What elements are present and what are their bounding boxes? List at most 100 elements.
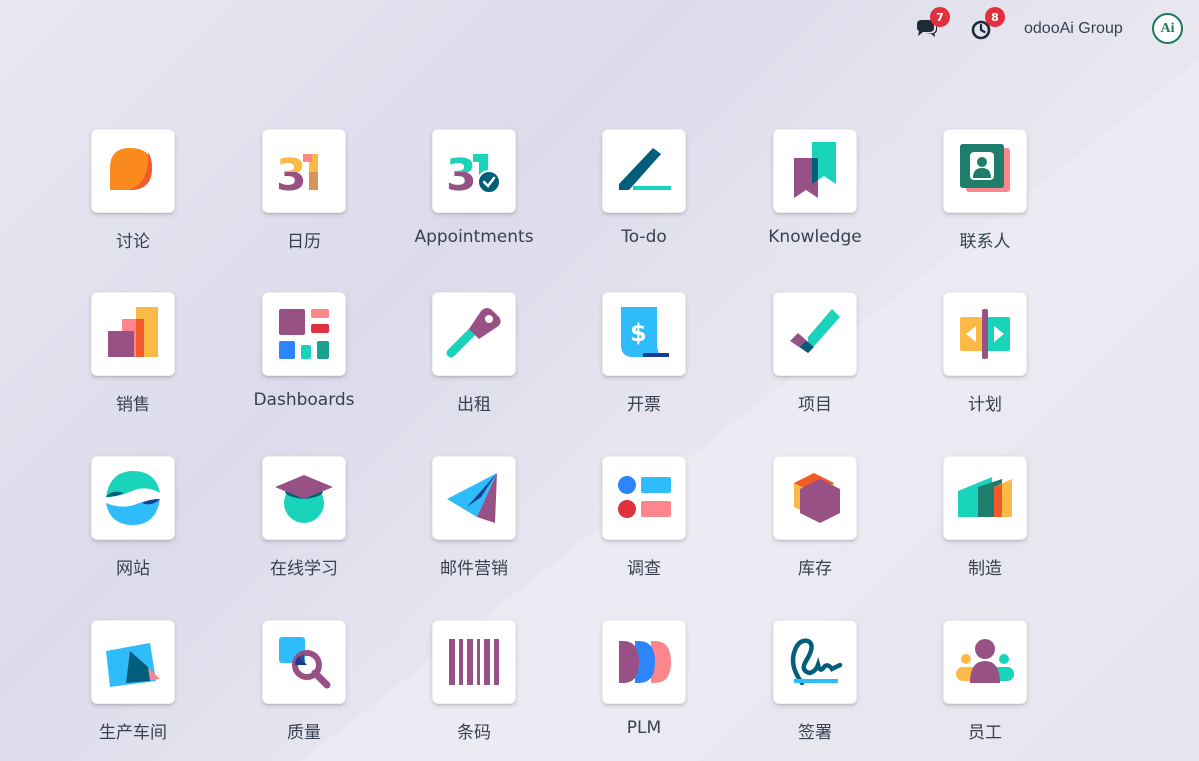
app-tile [432,456,516,540]
app-surveys[interactable]: 调查 [577,456,707,596]
sign-icon [790,638,843,686]
app-elearning[interactable]: 在线学习 [237,456,367,596]
project-icon [790,309,840,353]
website-icon [106,471,160,525]
user-avatar[interactable]: Ai [1152,13,1183,44]
app-todo[interactable]: To-do [577,129,707,269]
app-tile [943,456,1027,540]
app-tile [91,620,175,704]
rental-icon [446,308,501,358]
app-label: 在线学习 [270,559,338,579]
app-tile [602,129,686,213]
app-tile: 3 3 [432,129,516,213]
app-knowledge[interactable]: Knowledge [748,129,878,269]
appointments-icon: 3 3 [446,150,501,201]
app-tile [773,620,857,704]
app-tile [602,620,686,704]
todo-icon [619,148,671,190]
app-label: 项目 [798,395,832,415]
company-switcher[interactable]: odooAi Group [1024,0,1123,58]
messages-badge: 7 [930,7,950,27]
knowledge-icon [794,142,836,198]
plm-icon [619,641,671,683]
app-sign[interactable]: 签署 [748,620,878,760]
app-tile [91,292,175,376]
app-label: 联系人 [959,232,1011,252]
app-tile [602,456,686,540]
app-tile [91,129,175,213]
app-tile [773,456,857,540]
app-tile [943,620,1027,704]
app-rental[interactable]: 出租 [407,292,537,432]
app-label: 邮件营销 [440,559,508,579]
app-label: 员工 [968,723,1002,743]
app-dashboards[interactable]: Dashboards [237,292,367,432]
app-label: 条码 [457,723,491,743]
app-tile [262,620,346,704]
app-tile [262,456,346,540]
app-label: 开票 [627,395,661,415]
app-label: 制造 [968,559,1002,579]
dashboards-icon [279,309,329,359]
app-label: 质量 [287,723,321,743]
app-label: 讨论 [116,232,150,252]
app-label: 签署 [798,723,832,743]
app-discuss[interactable]: 讨论 [66,129,196,269]
app-label: 出租 [457,395,491,415]
app-inventory[interactable]: 库存 [748,456,878,596]
employees-icon [956,639,1014,683]
app-shop-floor[interactable]: 生产车间 [66,620,196,760]
inventory-icon [794,473,840,523]
elearning-icon [275,475,333,523]
app-planning[interactable]: 计划 [918,292,1048,432]
app-tile [773,129,857,213]
app-sales[interactable]: 销售 [66,292,196,432]
email-marketing-icon [447,473,497,523]
app-label: 调查 [627,559,661,579]
app-project[interactable]: 项目 [748,292,878,432]
app-tile [943,292,1027,376]
app-label: 销售 [116,395,150,415]
sales-icon [108,307,158,357]
chat-icon[interactable]: 7 [914,7,950,42]
app-quality[interactable]: 质量 [237,620,367,760]
app-label: 网站 [116,559,150,579]
app-barcode[interactable]: 条码 [407,620,537,760]
activity-menu[interactable]: 8 [969,0,1005,58]
app-email-marketing[interactable]: 邮件营销 [407,456,537,596]
surveys-icon [618,476,671,518]
app-label: Knowledge [768,227,862,247]
app-contacts[interactable]: 联系人 [918,129,1048,269]
barcode-icon [449,639,499,685]
app-tile [773,292,857,376]
app-calendar[interactable]: 3 3 日历 [237,129,367,269]
app-label: 计划 [968,395,1002,415]
messages-menu[interactable]: 7 [914,0,950,58]
app-employees[interactable]: 员工 [918,620,1048,760]
app-label: Dashboards [253,390,355,410]
app-label: Appointments [414,227,534,247]
app-tile [432,620,516,704]
app-invoicing[interactable]: $ 开票 [577,292,707,432]
clock-icon[interactable]: 8 [969,7,1005,42]
manufacturing-icon [958,477,1012,517]
app-label: 生产车间 [99,723,167,743]
app-label: PLM [626,718,662,738]
app-label: To-do [621,227,667,247]
shop-floor-icon [106,643,160,687]
app-appointments[interactable]: 3 3 Appointments [407,129,537,269]
top-navbar: 7 8 odooAi Group Ai [0,0,1199,58]
app-plm[interactable]: PLM [577,620,707,760]
app-tile: 3 3 [262,129,346,213]
app-website[interactable]: 网站 [66,456,196,596]
app-tile [943,129,1027,213]
app-tile [432,292,516,376]
app-manufacturing[interactable]: 制造 [918,456,1048,596]
invoicing-icon: $ [621,307,669,357]
app-label: 日历 [287,232,321,252]
app-label: 库存 [798,559,832,579]
activity-badge: 8 [985,7,1005,27]
quality-icon [279,637,331,689]
app-tile [91,456,175,540]
app-tile: $ [602,292,686,376]
